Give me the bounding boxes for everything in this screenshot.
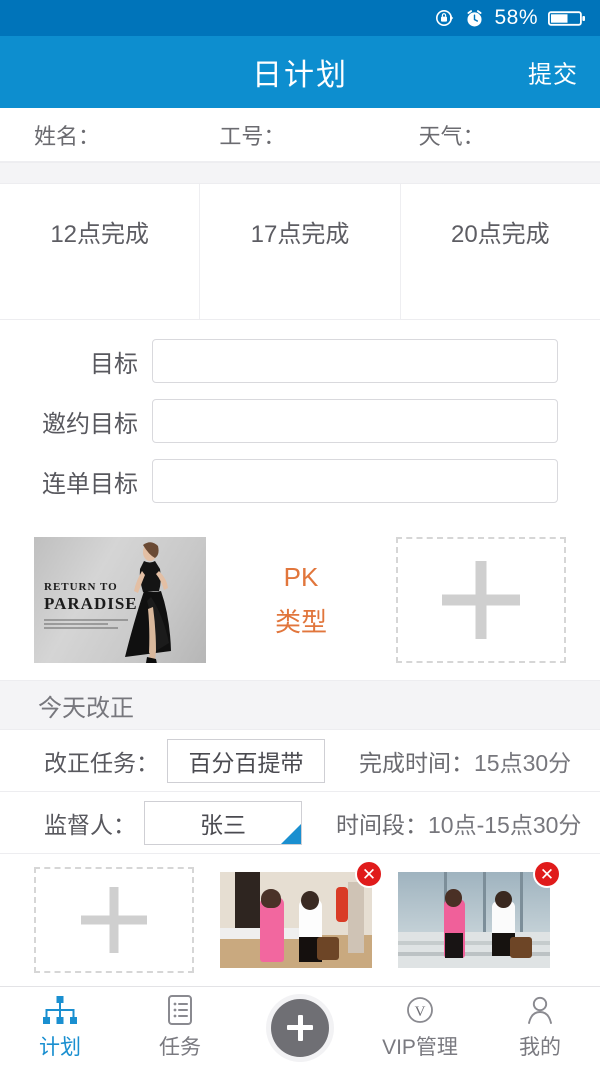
plus-fab-icon[interactable] (271, 998, 329, 1057)
rotation-lock-icon (435, 8, 455, 28)
photo-two-women-indoor (220, 872, 372, 968)
tab-label: 任务 (159, 1036, 201, 1059)
name-label[interactable]: 姓名： (0, 119, 215, 151)
title-bar: 日计划 提交 (0, 36, 600, 108)
finish-time-group: 完成时间：15点30分 (359, 744, 571, 778)
delete-photo-button[interactable]: ✕ (355, 860, 383, 888)
correction-task-value: 百分百提带 (188, 749, 304, 776)
dropdown-corner-icon (281, 823, 301, 844)
submit-button[interactable]: 提交 (528, 55, 578, 90)
goal-row: 连单目标 (0, 454, 600, 508)
multi-order-goal-label: 连单目标 (42, 470, 138, 498)
bottom-tab-bar: 计划 任务 V VIP管理 我的 (0, 986, 600, 1067)
delete-photo-button[interactable]: ✕ (533, 860, 561, 888)
multi-order-goal-input[interactable] (152, 459, 558, 503)
invite-goal-input[interactable] (152, 399, 558, 443)
time-slot-label: 20点完成 (450, 221, 550, 248)
tab-vip[interactable]: V VIP管理 (360, 994, 480, 1061)
pk-photo-model-figure (125, 542, 171, 663)
vip-circle-icon: V (403, 994, 437, 1028)
correction-row-task: 改正任务： 百分百提带 完成时间：15点30分 (0, 730, 600, 792)
photo-image (220, 872, 372, 968)
list-document-icon (164, 994, 196, 1028)
pk-type-label-group[interactable]: PK 类型 (206, 555, 396, 646)
time-slot-row: 12点完成 17点完成 20点完成 (0, 184, 600, 320)
pk-row: RETURN TO PARADISE PK 类型 (0, 520, 600, 680)
tab-label: 我的 (519, 1036, 561, 1059)
finish-time-value: 15点30分 (474, 749, 572, 776)
evidence-photo-row: ✕ ✕ (0, 854, 600, 986)
pk-label: PK (283, 561, 319, 592)
correction-task-label: 改正任务： (44, 749, 159, 776)
tab-task[interactable]: 任务 (120, 994, 240, 1061)
battery-percent-label: 58% (494, 6, 538, 29)
tab-label: VIP管理 (382, 1036, 458, 1059)
pk-photo-thumbnail[interactable]: RETURN TO PARADISE (34, 537, 206, 663)
finish-time-label: 完成时间： (359, 749, 474, 776)
supervisor-value: 张三 (200, 811, 246, 838)
person-icon (523, 994, 557, 1028)
time-range-label: 时间段： (336, 811, 428, 838)
page-title: 日计划 (252, 59, 348, 92)
time-slot-label: 12点完成 (50, 221, 150, 248)
svg-text:V: V (415, 1004, 426, 1020)
status-bar-icons: 58% (435, 6, 586, 30)
tab-add[interactable] (240, 998, 360, 1057)
photo-thumbnail[interactable]: ✕ (398, 860, 561, 968)
pk-add-photo-button[interactable] (396, 537, 566, 663)
photo-image (398, 872, 550, 968)
supervisor-label: 监督人： (44, 811, 136, 838)
employee-id-label[interactable]: 工号： (215, 119, 400, 151)
goal-label: 目标 (90, 350, 138, 378)
add-photo-button[interactable] (34, 867, 194, 973)
status-bar: 58% (0, 0, 600, 36)
tab-mine[interactable]: 我的 (480, 994, 600, 1061)
time-slot-17[interactable]: 17点完成 (199, 184, 399, 319)
time-slot-12[interactable]: 12点完成 (0, 184, 199, 319)
time-slot-20[interactable]: 20点完成 (399, 184, 600, 319)
weather-label[interactable]: 天气： (401, 119, 600, 151)
photo-two-women-street (398, 872, 550, 968)
time-range-value: 10点-15点30分 (428, 811, 582, 838)
correction-row-supervisor: 监督人： 张三 时间段：10点-15点30分 (0, 792, 600, 854)
time-slot-label: 17点完成 (250, 221, 350, 248)
correction-section-title: 今天改正 (0, 680, 600, 730)
info-row: 姓名： 工号： 天气： (0, 108, 600, 162)
supervisor-select[interactable]: 张三 (144, 800, 302, 845)
correction-task-select[interactable]: 百分百提带 (167, 738, 325, 783)
org-chart-icon (40, 994, 80, 1028)
battery-icon (548, 9, 586, 28)
goal-row: 目标 (0, 334, 600, 388)
invite-goal-label: 邀约目标 (42, 410, 138, 438)
goal-row: 邀约目标 (0, 394, 600, 448)
app-screen: 58% 日计划 提交 姓名： 工号： 天气： 12点完成 17点完成 20点完成… (0, 0, 600, 1067)
goal-form: 目标 邀约目标 连单目标 (0, 320, 600, 520)
tab-plan[interactable]: 计划 (0, 994, 120, 1061)
plus-icon (475, 561, 487, 639)
section-divider-1 (0, 162, 600, 184)
add-fab-button[interactable] (271, 998, 329, 1057)
plus-icon (109, 887, 119, 953)
alarm-clock-icon (465, 9, 484, 28)
pk-type-label: 类型 (274, 607, 327, 637)
tab-label: 计划 (39, 1036, 81, 1059)
goal-input[interactable] (152, 339, 558, 383)
time-range-group: 时间段：10点-15点30分 (336, 806, 581, 840)
photo-thumbnail[interactable]: ✕ (220, 860, 383, 968)
